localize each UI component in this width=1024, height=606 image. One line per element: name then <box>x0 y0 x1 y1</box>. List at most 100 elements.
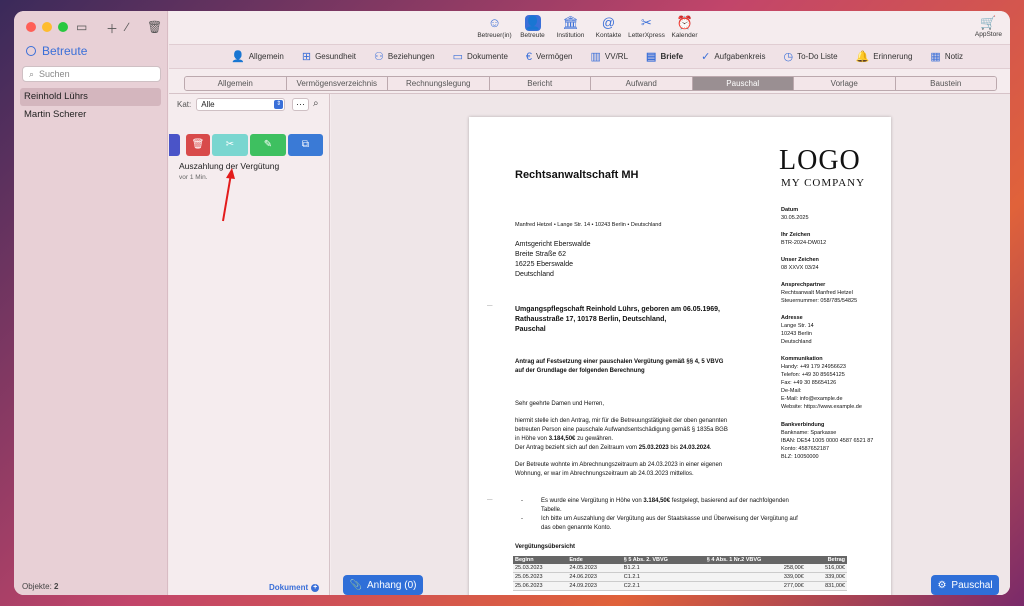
table-header: Betrag <box>805 556 847 564</box>
person-list-item[interactable]: Reinhold Lührs <box>20 88 161 106</box>
note-icon: ▦ <box>930 51 941 63</box>
table-header: Ende <box>567 556 622 564</box>
greeting: Sehr geehrte Damen und Herren, <box>515 401 605 407</box>
request-line: Antrag auf Festsetzung einer pauschalen … <box>515 359 724 365</box>
info-value: IBAN: DE54 1005 0000 4587 6521 87 <box>781 438 874 444</box>
trash-icon: 🗑 <box>191 139 205 150</box>
sidebar: ▭ ＋ ∕ 🗑 Betreute ⌕ Suchen Reinhold Lührs … <box>14 11 168 595</box>
nav-allgemein[interactable]: 👤 Allgemein <box>231 50 284 63</box>
table-cell: 339,00€ <box>805 572 847 582</box>
table-cell: 831,00€ <box>805 581 847 591</box>
nav-beziehungen[interactable]: ⚇ Beziehungen <box>374 50 435 63</box>
table-cell: 25.06.2023 <box>513 581 568 591</box>
info-value: Lange Str. 14 <box>781 323 814 329</box>
table-header: Beginn <box>513 556 568 564</box>
pauschal-settings-button[interactable]: ⚙ Pauschal <box>931 575 999 595</box>
attachments-button[interactable]: 📎 Anhang (0) <box>343 575 423 595</box>
minimize-window-button[interactable] <box>42 22 52 32</box>
info-value: Handy: +49 179 24956623 <box>781 364 846 370</box>
info-value: Fax: +49 30 85654126 <box>781 380 837 386</box>
nav-briefe[interactable]: ▤ Briefe <box>646 50 683 63</box>
edit-icon: ✎ <box>263 139 273 150</box>
info-value: Deutschland <box>781 339 812 345</box>
info-value: BLZ: 10050000 <box>781 454 819 460</box>
delete-button[interactable]: 🗑 <box>186 134 210 156</box>
zoom-window-button[interactable] <box>58 22 68 32</box>
tab-bericht[interactable]: Bericht <box>489 77 591 90</box>
search-icon[interactable]: ⌕ <box>313 98 319 109</box>
compensation-table: Beginn Ende § 5 Abs. 2. VBVG § 4 Abs. 1 … <box>513 556 847 591</box>
bullet-line: das oben genannte Konto. <box>541 525 612 531</box>
table-cell: C2.2.1 <box>621 581 705 591</box>
tab-vorlage[interactable]: Vorlage <box>794 77 896 90</box>
toolbar-betreuer[interactable]: ☺ Betreuer(in) <box>477 15 511 44</box>
subject-line: Rathausstraße 17, 10178 Berlin, Deutschl… <box>515 316 667 323</box>
toolbar-letterxpress[interactable]: ✂ LetterXpress <box>628 15 665 44</box>
objects-count: Objekte: 2 <box>22 582 59 591</box>
table-row: 25.05.2023 24.06.2023 C1.2.1 339,00€ 339… <box>513 572 847 582</box>
swipe-action-blue[interactable] <box>169 134 180 156</box>
nav-todo[interactable]: ◷ To-Do Liste <box>784 50 838 63</box>
info-label: Kommunikation <box>781 356 823 362</box>
nav-notiz[interactable]: ▦ Notiz <box>930 50 963 63</box>
edit-button[interactable]: ✎ <box>250 134 286 156</box>
info-value: Website: https://www.example.de <box>781 404 862 410</box>
scissors-icon: ✂ <box>641 15 652 30</box>
company-logo-subtitle: MY COMPANY <box>781 177 866 189</box>
nav-vvrl[interactable]: ▥ VV/RL <box>591 50 629 63</box>
add-icon[interactable]: ＋ <box>106 20 118 37</box>
info-value: Rechtsanwalt Manfred Hetzel <box>781 290 853 296</box>
scissors-icon: ✂ <box>225 139 235 150</box>
chevron-updown-icon: ⇕ <box>274 100 284 109</box>
table-cell: 339,00€ <box>704 572 806 582</box>
info-value: Konto: 4587652187 <box>781 446 830 452</box>
tab-vermoegensverzeichnis[interactable]: Vermögensverzeichnis <box>286 77 388 90</box>
letterxpress-send-button[interactable]: ✂ <box>212 134 248 156</box>
toolbar-kontakte[interactable]: @ Kontakte <box>592 15 626 44</box>
more-button[interactable]: ··· <box>292 98 309 111</box>
table-cell: 25.05.2023 <box>513 572 568 582</box>
subject-line: Umgangspflegschaft Reinhold Lührs, gebor… <box>515 306 720 313</box>
plus-icon: + <box>311 583 320 592</box>
fold-mark: — <box>487 303 493 309</box>
firm-name: Rechtsanwaltschaft MH <box>515 169 639 181</box>
category-select[interactable]: Alle ⇕ <box>196 98 286 111</box>
close-window-button[interactable] <box>26 22 36 32</box>
nav-aufgabenkreis[interactable]: ✓ Aufgabenkreis <box>701 50 765 63</box>
nav-gesundheit[interactable]: ⊞ Gesundheit <box>302 50 356 63</box>
toolbar-institution[interactable]: 🏛 Institution <box>554 15 588 44</box>
tab-allgemein[interactable]: Allgemein <box>185 77 287 90</box>
table-header-row: Beginn Ende § 5 Abs. 2. VBVG § 4 Abs. 1 … <box>513 556 847 564</box>
tab-aufwand[interactable]: Aufwand <box>591 77 693 90</box>
tab-pauschal[interactable]: Pauschal <box>692 77 794 90</box>
info-value: E-Mail: info@example.de <box>781 396 843 402</box>
nav-vermoegen[interactable]: € Vermögen <box>526 51 573 63</box>
trash-icon[interactable]: 🗑 <box>147 20 162 34</box>
tab-rechnungslegung[interactable]: Rechnungslegung <box>388 77 490 90</box>
copy-icon: ⧉ <box>301 139 310 150</box>
person-circle-icon: ☺ <box>487 15 502 30</box>
recipient-line: 16225 Eberswalde <box>515 261 573 268</box>
appstore-button[interactable]: 🛒 AppStore <box>975 15 1002 38</box>
search-input[interactable]: ⌕ Suchen <box>22 66 161 82</box>
table-cell: 24.05.2023 <box>567 564 622 573</box>
bullet-line: Ich bitte um Auszahlung der Vergütung au… <box>541 516 798 522</box>
tab-baustein[interactable]: Baustein <box>895 77 996 90</box>
nav-dokumente[interactable]: ▭ Dokumente <box>453 50 508 63</box>
edit-icon[interactable]: ∕ <box>126 20 128 34</box>
paragraph-line: in Höhe von 3.184,50€ zu gewähren. <box>515 436 614 442</box>
toolbar-kalender[interactable]: ⏰ Kalender <box>668 15 702 44</box>
toolbar-betreute[interactable]: 👤 Betreute <box>516 15 550 44</box>
nav-erinnerung[interactable]: 🔔 Erinnerung <box>856 50 913 63</box>
alarm-clock-icon: ⏰ <box>676 15 693 30</box>
main-area: ☺ Betreuer(in) 👤 Betreute 🏛 Institution @ Ko… <box>169 11 1010 595</box>
duplicate-button[interactable]: ⧉ <box>288 134 323 156</box>
table-header: § 4 Abs. 1 Nr.2 VBVG <box>704 556 806 564</box>
request-line: auf der Grundlage der folgenden Berechnu… <box>515 368 645 374</box>
search-icon: ⌕ <box>29 68 35 79</box>
info-value: Bankname: Sparkasse <box>781 430 837 436</box>
document-button[interactable]: Dokument + <box>269 583 320 592</box>
person-list-item[interactable]: Martin Scherer <box>20 106 161 124</box>
sidebar-toggle-icon[interactable]: ▭ <box>76 20 87 34</box>
people-icon: ⚇ <box>373 51 384 63</box>
